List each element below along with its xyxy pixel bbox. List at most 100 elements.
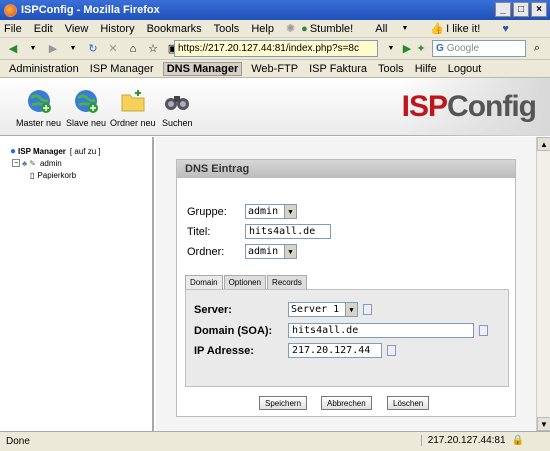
menu-web-ftp[interactable]: Web-FTP <box>249 62 300 76</box>
folder-new-button[interactable]: Ordner neu <box>110 88 156 128</box>
tree-grandchild: ▯ Papierkorb <box>10 169 101 181</box>
menu-history[interactable]: History <box>100 23 134 35</box>
app-menu: Administration ISP Manager DNS Manager W… <box>0 60 550 78</box>
tab-body: Server: Server 1 ▼ Domain (SOA): hits4al… <box>185 289 509 387</box>
expand-icon[interactable]: − <box>12 159 20 167</box>
window-controls: _ □ × <box>495 2 547 17</box>
chevron-down-icon: ▼ <box>401 25 409 32</box>
help-doc-icon[interactable] <box>387 345 396 356</box>
menu-tools-app[interactable]: Tools <box>376 62 406 76</box>
addon-icon[interactable]: ✦ <box>412 40 430 58</box>
logo-isp: ISP <box>401 90 448 123</box>
globe-add-icon <box>27 90 51 113</box>
trash-icon: ▯ <box>30 170 35 180</box>
delete-button[interactable]: Löschen <box>387 396 430 410</box>
main-content: DNS Eintrag Gruppe: admin ▼ Titel: hits4… <box>156 137 536 431</box>
pencil-icon: ✎ <box>29 158 36 168</box>
gruppe-value: admin <box>248 206 279 217</box>
back-icon[interactable]: ◀ <box>4 40 22 58</box>
thumbs-down-icon[interactable]: ♥ <box>502 23 509 35</box>
chevron-down-icon: ▼ <box>345 303 357 316</box>
server-row: Server: Server 1 ▼ <box>194 302 372 317</box>
master-new-button[interactable]: Master neu <box>16 88 61 128</box>
stumble-button[interactable]: ✺ ● Stumble! <box>286 22 365 36</box>
menu-tools[interactable]: Tools <box>214 23 240 35</box>
forward-icon[interactable]: ▶ <box>44 40 62 58</box>
menu-isp-manager[interactable]: ISP Manager <box>88 62 156 76</box>
globe-icon: ● <box>10 145 17 157</box>
ip-label: IP Adresse: <box>194 344 254 357</box>
back-dropdown-icon[interactable]: ▼ <box>24 40 42 58</box>
reload-icon[interactable]: ↻ <box>84 40 102 58</box>
titel-value: hits4all.de <box>249 226 316 237</box>
menu-isp-faktura[interactable]: ISP Faktura <box>307 62 369 76</box>
server-select[interactable]: Server 1 ▼ <box>288 302 358 317</box>
tab-optionen[interactable]: Optionen <box>223 275 267 289</box>
folder-new-label: Ordner neu <box>110 118 156 128</box>
tree-grandchild-label[interactable]: Papierkorb <box>37 171 76 180</box>
tree-child-label[interactable]: admin <box>40 159 62 168</box>
sidebar-tree: ● ISP Manager [ auf zu ] − ♣ ✎ admin ▯ P… <box>0 137 154 431</box>
scroll-up-icon[interactable]: ▲ <box>537 137 550 151</box>
domain-input[interactable]: hits4all.de <box>288 323 474 338</box>
tree-root-label[interactable]: ISP Manager <box>18 147 66 156</box>
menu-hilfe[interactable]: Hilfe <box>413 62 439 76</box>
menu-file[interactable]: File <box>4 23 22 35</box>
stumble-label: Stumble! <box>309 22 354 35</box>
help-doc-icon[interactable] <box>479 325 488 336</box>
url-text: https://217.20.127.44:81/index.php?s=8c <box>178 43 359 54</box>
gruppe-label: Gruppe: <box>187 205 227 218</box>
status-ip-text: 217.20.127.44:81 <box>427 435 506 446</box>
search-icon[interactable]: ⌕ <box>528 40 546 58</box>
titel-label: Titel: <box>187 225 211 238</box>
menu-dns-manager[interactable]: DNS Manager <box>162 61 243 76</box>
ip-value: 217.20.127.44 <box>292 345 371 356</box>
tab-records[interactable]: Records <box>267 275 307 289</box>
ordner-value: admin <box>248 246 279 257</box>
navigation-toolbar: ◀ ▼ ▶ ▼ ↻ ✕ ⌂ ☆ ▣ https://217.20.127.44:… <box>0 38 550 60</box>
menu-bookmarks[interactable]: Bookmarks <box>147 23 202 35</box>
status-bar: Done 217.20.127.44:81 🔒 <box>0 431 550 451</box>
slave-new-button[interactable]: Slave neu <box>66 88 106 128</box>
stop-icon[interactable]: ✕ <box>104 40 122 58</box>
menu-logout[interactable]: Logout <box>446 62 484 76</box>
menu-help[interactable]: Help <box>251 23 274 35</box>
gruppe-select[interactable]: admin ▼ <box>245 204 297 219</box>
thumbs-up-icon: 👍 <box>430 23 445 35</box>
panel-title: DNS Eintrag <box>177 160 515 178</box>
domain-row: Domain (SOA): hits4all.de <box>194 323 488 338</box>
maximize-button[interactable]: □ <box>513 2 529 17</box>
tab-domain[interactable]: Domain <box>185 275 223 289</box>
status-text: Done <box>6 436 30 447</box>
search-input[interactable]: G Google <box>432 40 526 57</box>
like-button[interactable]: 👍 I like it! <box>430 22 492 36</box>
minimize-button[interactable]: _ <box>495 2 511 17</box>
url-bar[interactable]: https://217.20.127.44:81/index.php?s=8c <box>174 40 378 57</box>
binoculars-icon <box>165 96 190 110</box>
close-button[interactable]: × <box>531 2 547 17</box>
home-icon[interactable]: ⌂ <box>124 40 142 58</box>
save-button[interactable]: Speichern <box>259 396 308 410</box>
all-dropdown[interactable]: All ▼ <box>375 23 420 35</box>
tree: ● ISP Manager [ auf zu ] − ♣ ✎ admin ▯ P… <box>10 145 101 181</box>
ordner-select[interactable]: admin ▼ <box>245 244 297 259</box>
menu-administration[interactable]: Administration <box>7 62 81 76</box>
scroll-down-icon[interactable]: ▼ <box>537 417 550 431</box>
ip-input[interactable]: 217.20.127.44 <box>288 343 382 358</box>
search-button[interactable]: Suchen <box>162 88 193 128</box>
tree-child: − ♣ ✎ admin <box>10 157 101 169</box>
bookmark-icon[interactable]: ☆ <box>144 40 162 58</box>
titel-input[interactable]: hits4all.de <box>245 224 331 239</box>
logo-config: Config <box>447 90 537 123</box>
help-doc-icon[interactable] <box>363 304 372 315</box>
server-value: Server 1 <box>291 304 340 315</box>
forward-dropdown-icon[interactable]: ▼ <box>64 40 82 58</box>
vertical-scrollbar[interactable]: ▲ ▼ <box>536 137 550 431</box>
chevron-down-icon: ▼ <box>284 205 296 218</box>
lock-icon[interactable]: 🔒 <box>512 435 524 446</box>
ordner-row: Ordner: admin ▼ <box>187 244 297 259</box>
menu-edit[interactable]: Edit <box>34 23 53 35</box>
cancel-button[interactable]: Abbrechen <box>321 396 372 410</box>
menu-view[interactable]: View <box>65 23 89 35</box>
tree-links[interactable]: [ auf zu ] <box>70 147 101 156</box>
